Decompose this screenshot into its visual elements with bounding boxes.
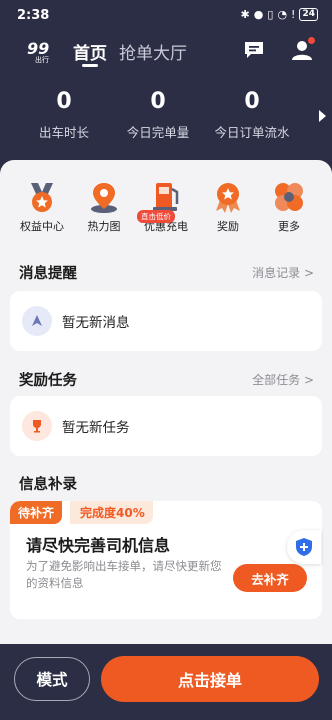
stats-row: 0 出车时长 0 今日完单量 0 今日订单流水 (0, 88, 332, 148)
safety-shield-button[interactable] (287, 530, 321, 564)
status-time: 2:38 (17, 8, 50, 23)
mode-button[interactable]: 模式 (14, 657, 90, 701)
accept-orders-button[interactable]: 点击接单 (101, 656, 319, 702)
info-section-title: 信息补录 (19, 477, 77, 493)
stat-label: 出车时长 (38, 125, 89, 140)
messages-history-link[interactable]: 消息记录 > (252, 264, 314, 281)
grid-item-more[interactable]: 更多 (261, 180, 317, 234)
battery-icon: 24 (299, 8, 318, 21)
stats-next-arrow-icon[interactable] (319, 110, 326, 122)
stat-drive-time[interactable]: 0 出车时长 (14, 88, 114, 141)
rewards-section-title: 奖励任务 (19, 373, 77, 389)
shield-icon (296, 538, 312, 556)
stat-order-revenue[interactable]: 0 今日订单流水 (202, 88, 302, 141)
status-icons: ✱ ● ▯ ◔ ! 24 (241, 8, 318, 21)
message-icon[interactable] (243, 40, 265, 60)
info-card-desc: 为了避免影响出车接单，请尽快更新您的资料信息 (26, 559, 222, 590)
stat-value: 0 (56, 89, 72, 114)
notification-dot (308, 37, 315, 44)
top-header: 99 出行 首页 抢单大厅 (0, 32, 332, 72)
grid-item-label: 热力图 (87, 220, 121, 233)
grid-item-rewards[interactable]: 奖励 (200, 180, 256, 234)
no-message-icon (22, 306, 52, 336)
rewards-empty-text: 暂无新任务 (62, 420, 130, 436)
driver-info-card: 待补齐 完成度40% 请尽快完善司机信息 为了避免影响出车接单，请尽快更新您的资… (10, 501, 322, 619)
vibrate-icon: ▯ (267, 8, 274, 21)
stat-label: 今日完单量 (126, 125, 190, 140)
rights-badge-icon (31, 183, 53, 212)
charging-station-icon (153, 183, 179, 211)
bottom-action-bar: 模式 点击接单 (0, 644, 332, 720)
messages-section-title: 消息提醒 (19, 266, 77, 282)
heatmap-pin-icon (91, 183, 117, 213)
reward-medal-icon (216, 183, 240, 213)
location-icon: ● (253, 8, 264, 21)
complete-info-button[interactable]: 去补齐 (233, 564, 307, 592)
tab-home[interactable]: 首页 (73, 39, 107, 64)
completion-tag: 完成度40% (70, 501, 153, 524)
user-profile-button[interactable] (290, 37, 315, 62)
trophy-icon (22, 411, 52, 441)
charging-promo-badge: 直击低价 (137, 210, 175, 223)
stat-value: 0 (150, 89, 166, 114)
tab-order-hall[interactable]: 抢单大厅 (119, 39, 187, 64)
grid-item-rights[interactable]: 权益中心 (14, 180, 70, 234)
app-logo-icon: 99 出行 (27, 39, 49, 64)
grid-item-label: 奖励 (217, 220, 239, 233)
grid-item-label: 权益中心 (20, 220, 64, 233)
rewards-card[interactable]: 暂无新任务 (10, 396, 322, 456)
svg-text:出行: 出行 (35, 55, 49, 64)
main-panel: 权益中心 热力图 直击低价 优惠充电 奖励 更多 消息提醒 消息记录 > 暂无新… (0, 160, 332, 644)
quick-entry-grid: 权益中心 热力图 直击低价 优惠充电 奖励 更多 (0, 180, 332, 240)
more-grid-icon (275, 183, 303, 211)
info-card-title: 请尽快完善司机信息 (26, 536, 171, 555)
stat-label: 今日订单流水 (214, 125, 290, 140)
messages-empty-text: 暂无新消息 (62, 315, 130, 331)
rewards-all-tasks-link[interactable]: 全部任务 > (252, 371, 314, 388)
wifi-icon: ◔ (277, 8, 288, 21)
stat-orders-completed[interactable]: 0 今日完单量 (108, 88, 208, 141)
grid-item-charging[interactable]: 直击低价 优惠充电 (137, 180, 194, 234)
pending-tag: 待补齐 (10, 501, 63, 524)
status-bar: 2:38 ✱ ● ▯ ◔ ! 24 (0, 0, 332, 32)
tab-home-indicator (82, 64, 98, 67)
stat-value: 0 (244, 89, 260, 114)
bluetooth-icon: ✱ (240, 8, 250, 21)
alert-icon: ! (291, 8, 296, 21)
grid-item-label: 更多 (278, 220, 300, 233)
grid-item-heatmap[interactable]: 热力图 (76, 180, 132, 234)
messages-card[interactable]: 暂无新消息 (10, 291, 322, 351)
